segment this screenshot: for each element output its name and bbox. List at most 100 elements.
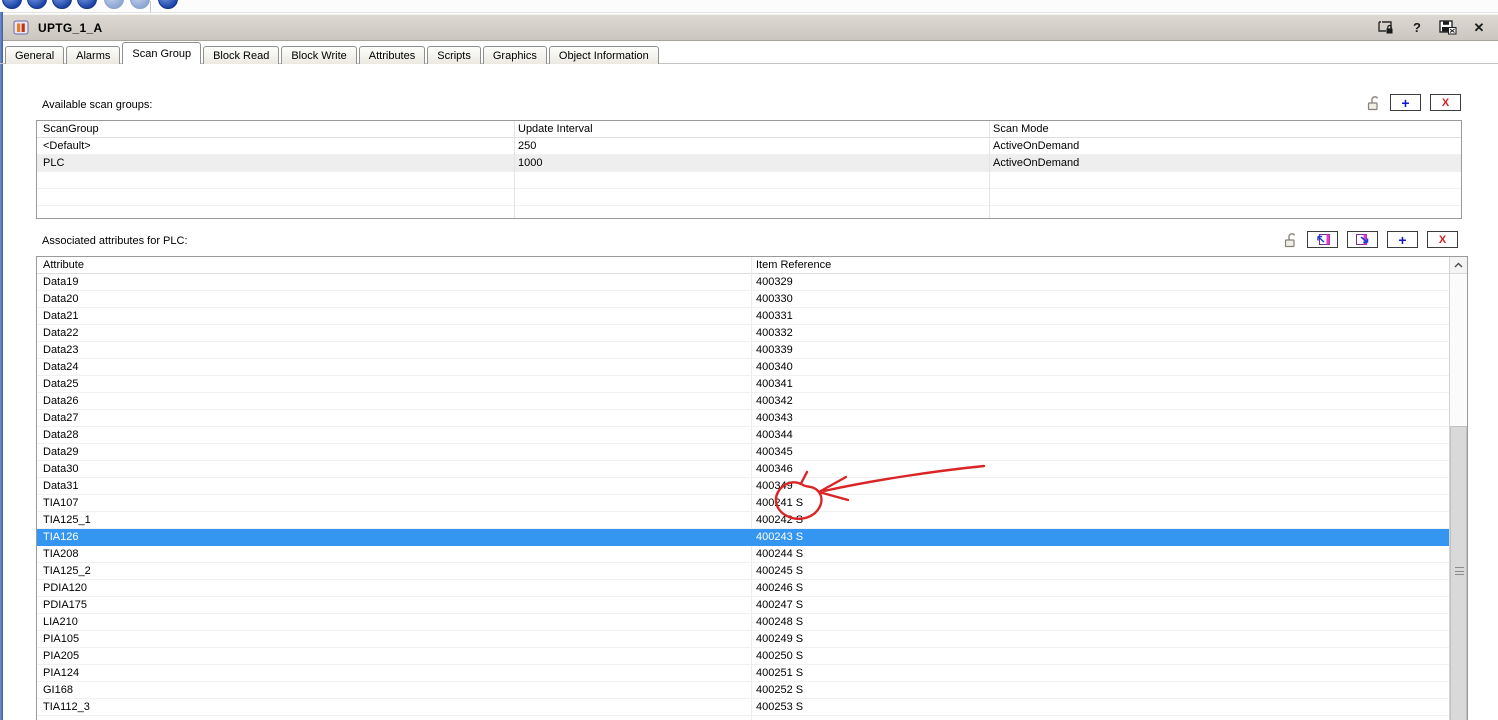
item-reference-cell: 400330 <box>756 292 793 307</box>
attribute-row-data28[interactable]: Data28400344 <box>37 427 1449 444</box>
attribute-cell: Data19 <box>43 275 78 290</box>
chevron-up-icon <box>1454 262 1463 268</box>
attribute-row-pdia175[interactable]: PDIA175 400247 S <box>37 597 1449 614</box>
vertical-scrollbar[interactable] <box>1449 257 1467 720</box>
browse-item-references-button[interactable] <box>1347 231 1378 248</box>
column-header-scan-mode: Scan Mode <box>993 122 1049 137</box>
item-reference-cell: 400341 <box>756 377 793 392</box>
app-toolbar-button-4[interactable] <box>77 0 97 9</box>
item-reference-cell: 400332 <box>756 326 793 341</box>
update-interval-cell: 250 <box>518 139 536 154</box>
attributes-table: AttributeItem Reference Data19400329Data… <box>36 256 1468 720</box>
item-reference-cell: 400248 S <box>756 615 803 630</box>
attribute-cell: Data30 <box>43 462 78 477</box>
attribute-row-pia124[interactable]: PIA124400251 S <box>37 665 1449 682</box>
close-icon[interactable]: ✕ <box>1470 19 1488 37</box>
scan-groups-table: ScanGroupUpdate IntervalScan Mode <Defau… <box>36 120 1462 219</box>
delete-attribute-button[interactable]: X <box>1427 231 1458 248</box>
unlock-icon[interactable] <box>1284 232 1298 248</box>
attribute-cell: Data28 <box>43 428 78 443</box>
attribute-row-data19[interactable]: Data19 400329 <box>37 274 1449 291</box>
attribute-row-data22[interactable]: Data22 400332 <box>37 325 1449 342</box>
tab-attributes[interactable]: Attributes <box>359 46 425 64</box>
unlock-icon[interactable] <box>1367 95 1381 111</box>
attribute-cell: TIA112_3 <box>43 700 90 715</box>
attribute-row-tia208[interactable]: TIA208400244 S <box>37 546 1449 563</box>
app-toolbar-button-6[interactable] <box>130 0 150 9</box>
attribute-cell: Data21 <box>43 309 78 324</box>
item-reference-cell: 400244 S <box>756 547 803 562</box>
item-reference-cell: 400241 S <box>756 496 803 511</box>
app-toolbar-button-5[interactable] <box>104 0 124 9</box>
app-toolbar-button-1[interactable] <box>2 0 22 9</box>
delete-scan-group-button[interactable]: X <box>1430 94 1461 111</box>
app-toolbar-button-7[interactable] <box>158 0 178 9</box>
scan-group-empty-row <box>37 206 1461 219</box>
tab-scripts[interactable]: Scripts <box>427 46 481 64</box>
attribute-row-lia210[interactable]: LIA210400248 S <box>37 614 1449 631</box>
scan-groups-toolbar: + X <box>1367 94 1461 111</box>
attribute-row-data21[interactable]: Data21400331 <box>37 308 1449 325</box>
item-reference-cell: 400329 <box>756 275 793 290</box>
attribute-row-data20[interactable]: Data20400330 <box>37 291 1449 308</box>
attribute-row-data23[interactable]: Data23400339 <box>37 342 1449 359</box>
attribute-row-pia205[interactable]: PIA205400250 S <box>37 648 1449 665</box>
item-reference-cell: 400247 S <box>756 598 803 613</box>
tab-graphics[interactable]: Graphics <box>483 46 547 64</box>
attribute-row-tia125-2[interactable]: TIA125_2400245 S <box>37 563 1449 580</box>
add-attribute-button[interactable]: + <box>1387 231 1418 248</box>
tab-block-read[interactable]: Block Read <box>203 46 279 64</box>
attribute-row-data31[interactable]: Data31400349 <box>37 478 1449 495</box>
attribute-row-tia112-3[interactable]: TIA112_3 400253 S <box>37 699 1449 716</box>
attribute-cell: PDIA175 <box>43 598 87 613</box>
attribute-row-data27[interactable]: Data27400343 <box>37 410 1449 427</box>
titlebar: UPTG_1_A ? ✕ <box>3 14 1498 41</box>
attribute-row-data29[interactable]: Data29400345 <box>37 444 1449 461</box>
attribute-row-data26[interactable]: Data26400342 <box>37 393 1449 410</box>
attribute-row-pdia120[interactable]: PDIA120400246 S <box>37 580 1449 597</box>
add-scan-group-button[interactable]: + <box>1390 94 1421 111</box>
tab-object-information[interactable]: Object Information <box>549 46 659 64</box>
attribute-row-data24[interactable]: Data24400340 <box>37 359 1449 376</box>
attributes-label: Associated attributes for PLC: <box>42 235 188 247</box>
pin-window-icon[interactable] <box>1377 19 1395 37</box>
scan-groups-table-header: ScanGroupUpdate IntervalScan Mode <box>37 121 1461 138</box>
scan-group-row-plc[interactable]: PLC1000ActiveOnDemand <box>37 155 1461 172</box>
scan-mode-cell: ActiveOnDemand <box>993 139 1079 154</box>
attribute-row-tia125-1[interactable]: TIA125_1400242 S <box>37 512 1449 529</box>
window-frame-left <box>0 12 3 720</box>
attribute-row-data25[interactable]: Data25400341 <box>37 376 1449 393</box>
app-toolbar-button-2[interactable] <box>27 0 47 9</box>
help-icon[interactable]: ? <box>1408 19 1426 37</box>
scan-group-row--default-[interactable]: <Default>250ActiveOnDemand <box>37 138 1461 155</box>
attribute-row-gi168[interactable]: GI168400252 S <box>37 682 1449 699</box>
tab-general[interactable]: General <box>5 46 64 64</box>
app-toolbar-button-3[interactable] <box>52 0 72 9</box>
attribute-row-pia105[interactable]: PIA105400249 S <box>37 631 1449 648</box>
item-reference-cell: 400253 S <box>756 700 803 715</box>
item-reference-cell: 400252 S <box>756 683 803 698</box>
column-header-attribute: Attribute <box>43 258 84 273</box>
attribute-row-data30[interactable]: Data30400346 <box>37 461 1449 478</box>
column-header-update-interval: Update Interval <box>518 122 593 137</box>
item-reference-cell: 400345 <box>756 445 793 460</box>
tab-alarms[interactable]: Alarms <box>66 46 120 64</box>
tab-scan-group[interactable]: Scan Group <box>122 42 201 64</box>
item-reference-cell: 400342 <box>756 394 793 409</box>
attribute-cell: Data22 <box>43 326 78 341</box>
item-reference-cell: 400340 <box>756 360 793 375</box>
attribute-cell: Data31 <box>43 479 78 494</box>
update-interval-cell: 1000 <box>518 156 542 171</box>
attribute-cell: PDIA120 <box>43 581 87 596</box>
scroll-up-button[interactable] <box>1450 257 1467 274</box>
item-reference-cell: 400343 <box>756 411 793 426</box>
attribute-row-tia107[interactable]: TIA107400241 S <box>37 495 1449 512</box>
object-icon <box>13 20 30 36</box>
attribute-row-tia126[interactable]: TIA126400243 S <box>37 529 1449 546</box>
browse-attributes-button[interactable] <box>1307 231 1338 248</box>
tab-block-write[interactable]: Block Write <box>281 46 356 64</box>
column-divider <box>989 121 990 218</box>
item-reference-cell: 400245 S <box>756 564 803 579</box>
save-close-icon[interactable] <box>1439 19 1457 37</box>
scrollbar-thumb[interactable] <box>1450 426 1467 720</box>
